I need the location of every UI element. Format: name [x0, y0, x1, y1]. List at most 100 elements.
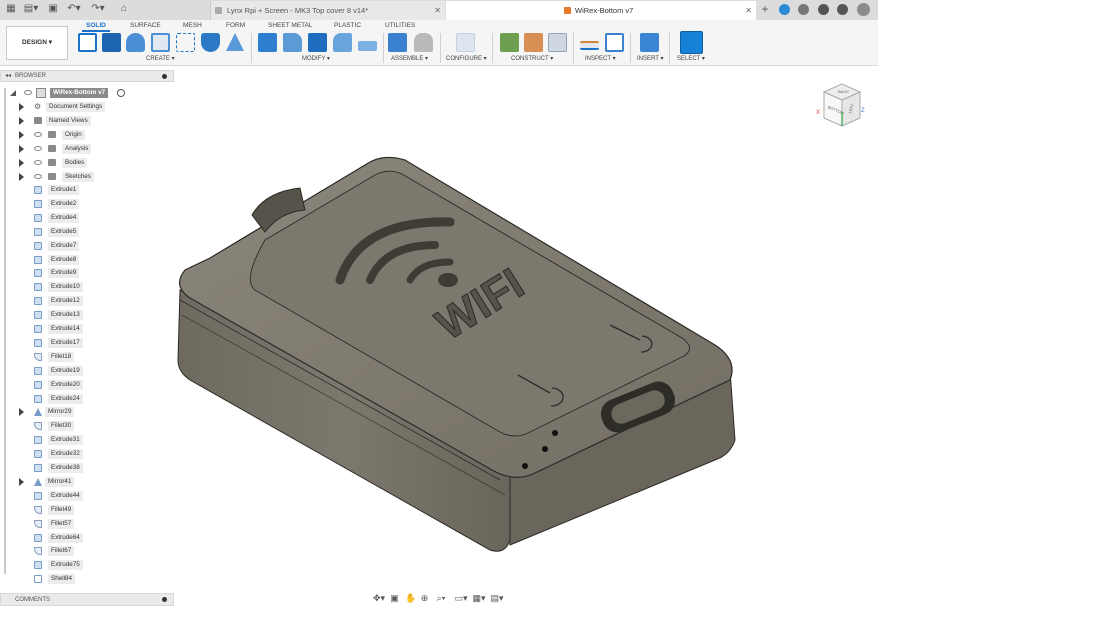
close-icon[interactable]: ✕ — [745, 1, 752, 20]
redo-icon[interactable]: ↷▾ — [89, 3, 107, 15]
pan-icon[interactable]: ✋ — [405, 594, 416, 603]
section-analysis-icon[interactable] — [605, 33, 624, 52]
shell-icon[interactable] — [308, 33, 327, 52]
select-menu[interactable]: SELECT ▾ — [677, 55, 705, 62]
expand-icon[interactable] — [19, 158, 24, 167]
tree-feature[interactable]: Mirror41 — [0, 476, 174, 488]
insert-image-icon[interactable] — [640, 33, 659, 52]
configure-menu[interactable]: CONFIGURE ▾ — [446, 55, 487, 62]
expand-icon[interactable] — [19, 408, 24, 417]
measure-icon[interactable] — [580, 41, 599, 50]
visibility-icon[interactable] — [34, 131, 42, 137]
tree-feature[interactable]: Extrude10 — [0, 281, 174, 293]
hole-icon[interactable] — [151, 33, 170, 52]
tree-feature[interactable]: Extrude2 — [0, 198, 174, 210]
tree-feature[interactable]: Extrude12 — [0, 295, 174, 307]
tree-feature[interactable]: Extrude17 — [0, 337, 174, 349]
tree-feature[interactable]: Extrude9 — [0, 267, 174, 279]
browser-header[interactable]: ◂◂ BROWSER — [0, 70, 174, 82]
tab-solid[interactable]: SOLID — [82, 21, 110, 32]
expand-icon[interactable] — [19, 144, 24, 153]
extrude-icon[interactable] — [102, 33, 121, 52]
tree-feature[interactable]: Shell84 — [0, 573, 174, 585]
notifications-icon[interactable] — [818, 4, 829, 15]
tree-folder[interactable]: Sketches — [0, 171, 174, 183]
comments-panel[interactable]: COMMENTS — [0, 593, 174, 606]
expand-icon[interactable] — [19, 477, 24, 486]
construct-menu[interactable]: CONSTRUCT ▾ — [511, 55, 553, 62]
tree-folder[interactable]: Origin — [0, 129, 174, 141]
help-icon[interactable] — [837, 4, 848, 15]
assemble-menu[interactable]: ASSEMBLE ▾ — [391, 55, 428, 62]
tree-folder[interactable]: Analysis — [0, 143, 174, 155]
tree-root[interactable]: WiRex-Bottom v7 — [0, 87, 174, 99]
tab-sheet-metal[interactable]: SHEET METAL — [268, 21, 313, 30]
press-pull-icon[interactable] — [258, 33, 277, 52]
tree-feature[interactable]: Fillet49 — [0, 504, 174, 516]
axis-icon[interactable] — [548, 33, 567, 52]
tree-feature[interactable]: Extrude75 — [0, 559, 174, 571]
add-comment-icon[interactable] — [162, 597, 167, 602]
close-icon[interactable]: ✕ — [434, 1, 441, 20]
visibility-icon[interactable] — [34, 159, 42, 165]
grid-settings-icon[interactable]: ▦▾ — [472, 594, 486, 603]
orbit-icon[interactable]: ✥▾ — [372, 594, 386, 603]
tree-folder[interactable]: ⚙ Document Settings — [0, 101, 174, 113]
save-icon[interactable]: ▣ — [47, 3, 59, 15]
tree-feature[interactable]: Fillet67 — [0, 545, 174, 557]
file-menu-icon[interactable]: ▤▾ — [22, 3, 40, 15]
activate-icon[interactable] — [117, 89, 125, 97]
tab-form[interactable]: FORM — [226, 21, 245, 30]
expand-icon[interactable] — [19, 116, 24, 125]
viewcube[interactable]: BACK BOTTOM LEFT X Z — [814, 82, 868, 132]
extensions-icon[interactable] — [779, 4, 790, 15]
align-icon[interactable] — [358, 41, 377, 51]
inspect-menu[interactable]: INSPECT ▾ — [585, 55, 616, 62]
tree-feature[interactable]: Fillet57 — [0, 518, 174, 530]
zoom-icon[interactable]: ⊕ — [420, 594, 429, 603]
expand-icon[interactable] — [19, 172, 24, 181]
combine-icon[interactable] — [333, 33, 352, 52]
job-status-icon[interactable] — [798, 4, 809, 15]
expand-icon[interactable] — [10, 90, 16, 96]
expand-icon[interactable] — [19, 103, 24, 111]
avatar[interactable] — [857, 3, 870, 16]
plane-at-angle-icon[interactable] — [524, 33, 543, 52]
loft-icon[interactable] — [226, 33, 244, 51]
look-at-icon[interactable]: ▣ — [390, 594, 399, 603]
joint-icon[interactable] — [414, 33, 433, 52]
create-sketch-icon[interactable] — [78, 33, 97, 52]
tree-feature[interactable]: Extrude4 — [0, 212, 174, 224]
tree-feature[interactable]: Extrude13 — [0, 309, 174, 321]
tree-feature[interactable]: Extrude32 — [0, 448, 174, 460]
modify-menu[interactable]: MODIFY ▾ — [302, 55, 330, 62]
tab-surface[interactable]: SURFACE — [130, 21, 161, 30]
tree-feature[interactable]: Extrude44 — [0, 490, 174, 502]
tree-folder[interactable]: Bodies — [0, 157, 174, 169]
tree-feature[interactable]: Mirror29 — [0, 406, 174, 418]
pin-icon[interactable] — [162, 74, 167, 79]
display-settings-icon[interactable]: ▭▾ — [454, 594, 468, 603]
tab-document-inactive[interactable]: Lynx Rpi + Screen - MK3 Top cover 8 v14*… — [210, 1, 445, 20]
tree-feature[interactable]: Extrude24 — [0, 393, 174, 405]
tab-utilities[interactable]: UTILITIES — [385, 21, 415, 30]
tree-feature[interactable]: Extrude64 — [0, 532, 174, 544]
new-component-icon[interactable] — [388, 33, 407, 52]
undo-icon[interactable]: ↶▾ — [65, 3, 83, 15]
home-icon[interactable]: ⌂ — [118, 3, 130, 15]
tree-feature[interactable]: Extrude20 — [0, 379, 174, 391]
tree-feature[interactable]: Fillet30 — [0, 420, 174, 432]
visibility-icon[interactable] — [34, 145, 42, 151]
expand-icon[interactable] — [19, 130, 24, 139]
offset-plane-icon[interactable] — [500, 33, 519, 52]
tree-feature[interactable]: Extrude38 — [0, 462, 174, 474]
configure-icon[interactable] — [456, 33, 475, 52]
tree-feature[interactable]: Extrude14 — [0, 323, 174, 335]
mirror-body-icon[interactable] — [201, 33, 220, 52]
fillet-icon[interactable] — [283, 33, 302, 52]
app-grid-icon[interactable]: ▦ — [5, 3, 17, 15]
tree-feature[interactable]: Extrude7 — [0, 240, 174, 252]
tab-plastic[interactable]: PLASTIC — [334, 21, 361, 30]
visibility-icon[interactable] — [34, 173, 42, 179]
viewports-icon[interactable]: ▤▾ — [490, 594, 504, 603]
